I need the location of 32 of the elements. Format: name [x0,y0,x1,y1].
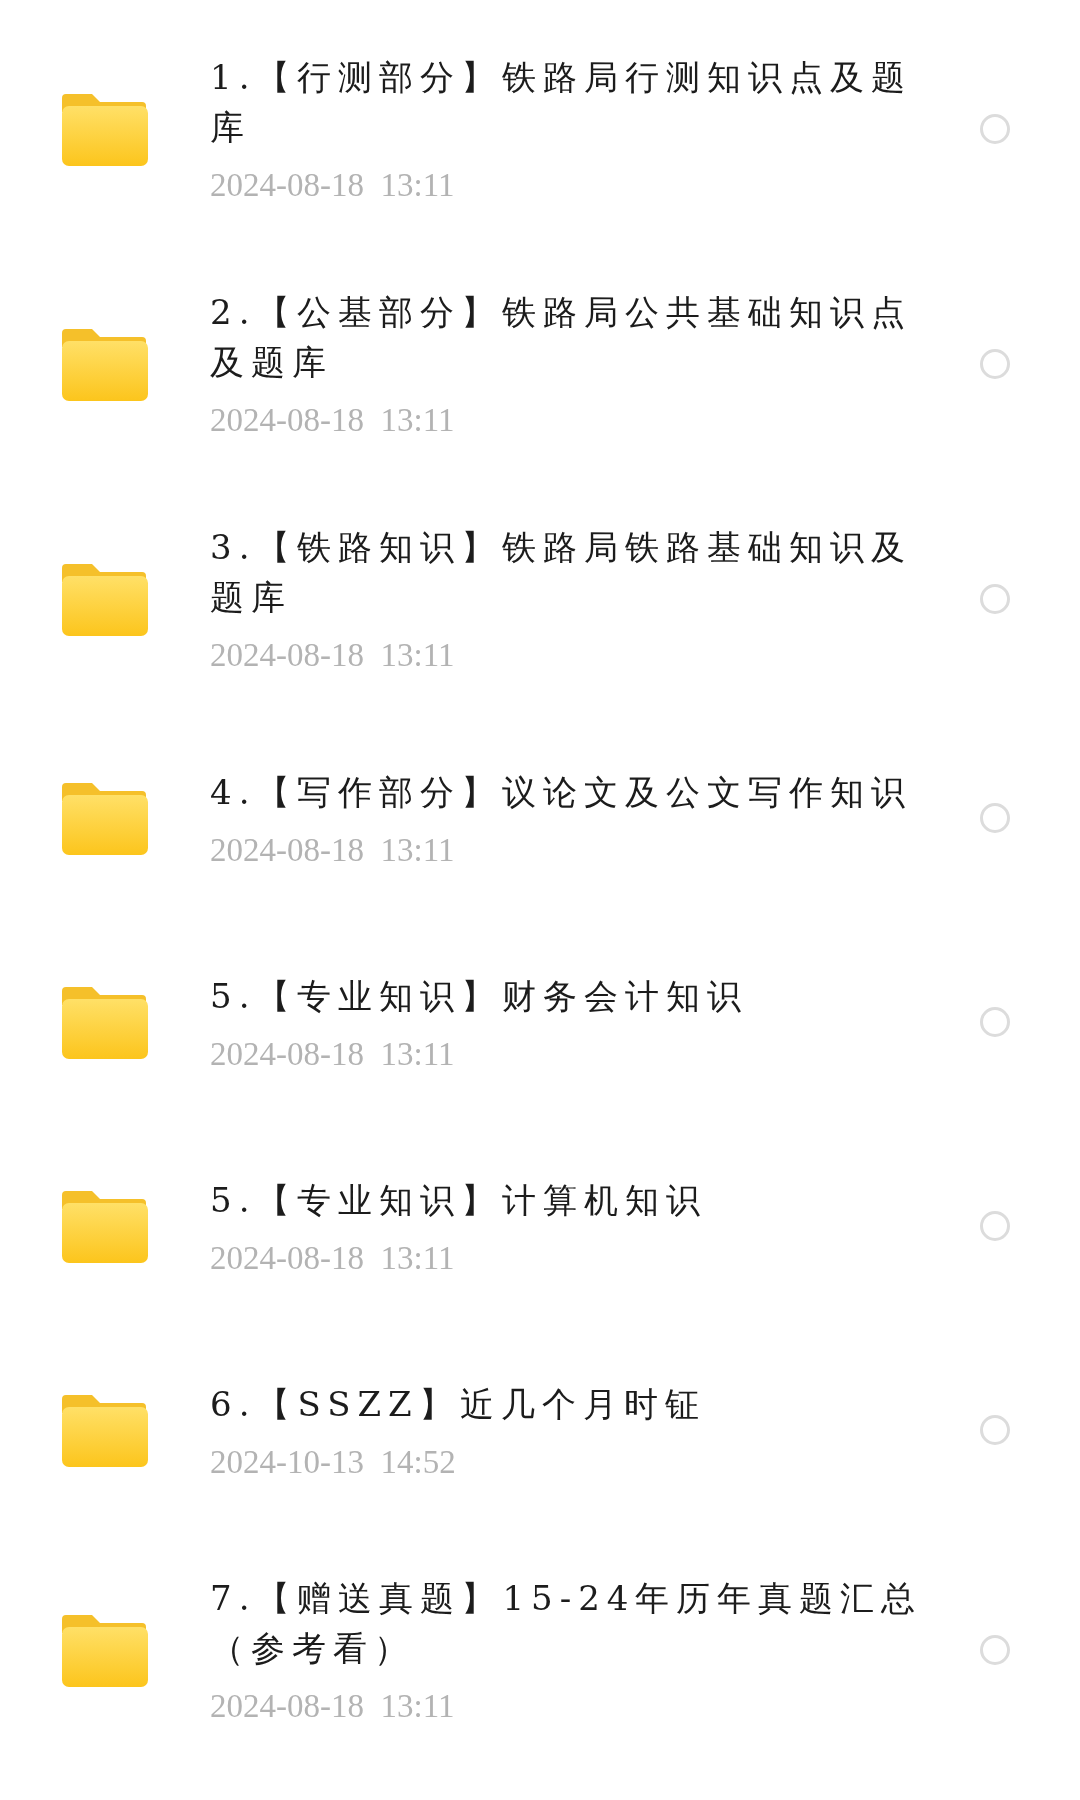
folder-icon [62,1189,148,1263]
modified-date: 2024-08-18 13:11 [210,830,456,870]
select-radio[interactable] [980,803,1010,833]
folder-icon [62,781,148,855]
folder-icon [62,985,148,1059]
modified-date: 2024-08-18 13:11 [210,1034,456,1074]
folder-name: 4.【写作部分】议论文及公文写作知识 [210,770,914,814]
modified-date: 2024-08-18 13:11 [210,166,456,205]
folder-name: 1.【行测部分】铁路局行测知识点及题库 [210,56,914,149]
select-radio[interactable] [980,113,1010,144]
select-radio[interactable] [980,583,1010,614]
select-radio[interactable] [980,1415,1010,1445]
folder-name: 5.【专业知识】计算机知识 [210,1178,709,1222]
folder-name: 3.【铁路知识】铁路局铁路基础知识及题库 [210,526,914,619]
folder-icon [62,1612,148,1687]
modified-date: 2024-08-18 13:11 [210,401,456,440]
folder-name: 7.【赠送真题】15-24年历年真题汇总（参考看） [210,1577,924,1670]
modified-date: 2024-10-13 14:52 [210,1442,457,1482]
modified-date: 2024-08-18 13:11 [210,1238,456,1278]
folder-name: 5.【专业知识】财务会计知识 [210,974,750,1018]
folder-icon [62,1393,148,1467]
select-radio[interactable] [980,348,1010,379]
folder-icon [62,561,148,636]
folder-icon [62,326,148,401]
select-radio[interactable] [980,1007,1010,1037]
select-radio[interactable] [980,1634,1010,1665]
modified-date: 2024-08-18 13:11 [210,636,456,675]
folder-icon [62,91,148,166]
folder-name: 2.【公基部分】铁路局公共基础知识点及题库 [210,291,914,384]
modified-date: 2024-08-18 13:11 [210,1687,456,1726]
select-radio[interactable] [980,1211,1010,1241]
folder-name: 6.【SSZZ】近几个月时钲 [210,1382,707,1426]
